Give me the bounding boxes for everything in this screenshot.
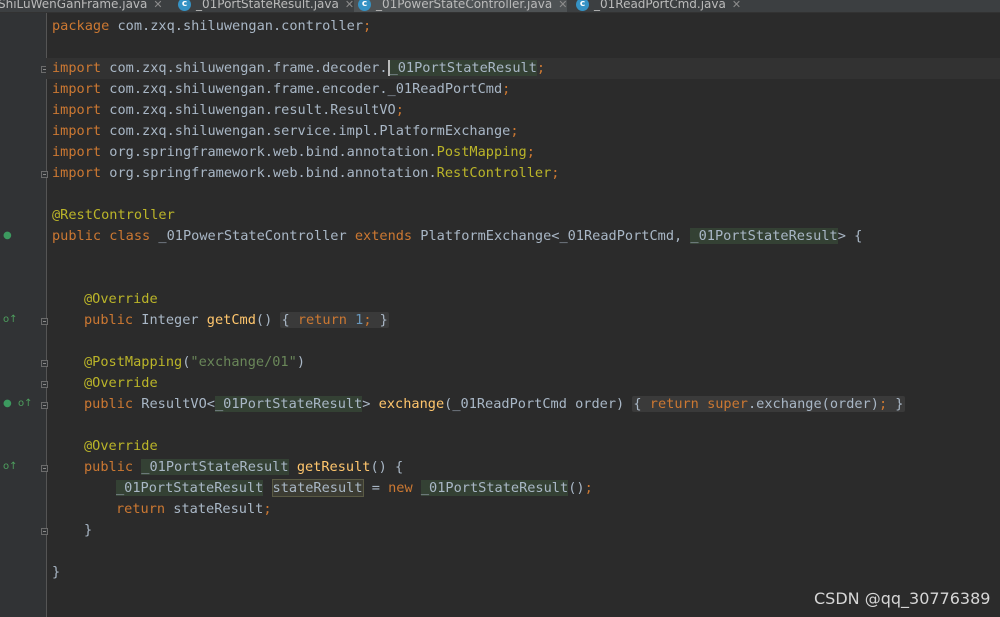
- code-line-return: return stateResult;: [116, 501, 272, 517]
- code-line-close-brace: }: [52, 564, 61, 580]
- fold-imports-end-icon[interactable]: [41, 171, 48, 178]
- code-line-import: import com.zxq.shiluwengan.service.impl.…: [52, 123, 519, 139]
- code-line-import: import com.zxq.shiluwengan.result.Result…: [52, 102, 404, 118]
- code-line-class-declaration: public class _01PowerStateController ext…: [52, 228, 863, 244]
- code-line-postmapping: @PostMapping("exchange/01"): [84, 354, 305, 370]
- code-line-getresult: public _01PortStateResult getResult() {: [84, 459, 404, 475]
- code-line-import: import org.springframework.web.bind.anno…: [52, 165, 560, 181]
- code-line-annotation: @Override: [84, 291, 158, 307]
- fold-method-icon[interactable]: [41, 465, 48, 472]
- code-line-annotation: @Override: [84, 438, 158, 454]
- code-line-import: import com.zxq.shiluwengan.frame.encoder…: [52, 81, 511, 97]
- code-line-exchange: public ResultVO<_01PortStateResult> exch…: [84, 396, 905, 412]
- fold-method-icon[interactable]: [41, 318, 48, 325]
- spring-bean-icon[interactable]: ●: [3, 230, 12, 242]
- spring-request-mapping-icon[interactable]: ●: [3, 398, 12, 410]
- override-method-icon[interactable]: o↑: [18, 398, 33, 410]
- fold-annotation-end-icon[interactable]: [41, 381, 48, 388]
- code-line-close-brace: }: [84, 522, 93, 538]
- code-line-annotation: @RestController: [52, 207, 175, 223]
- code-line-import: import org.springframework.web.bind.anno…: [52, 144, 535, 160]
- code-editor[interactable]: package com.zxq.shiluwengan.controller; …: [46, 0, 1000, 617]
- override-method-icon[interactable]: o↑: [3, 314, 18, 326]
- fold-method-icon[interactable]: [41, 402, 48, 409]
- code-line-package: package com.zxq.shiluwengan.controller;: [52, 18, 372, 34]
- watermark: CSDN @qq_30776389: [814, 589, 991, 608]
- override-method-icon[interactable]: o↑: [3, 461, 18, 473]
- fold-annotation-icon[interactable]: [41, 360, 48, 367]
- code-line-import: import com.zxq.shiluwengan.frame.decoder…: [46, 58, 1000, 79]
- code-line-getcmd: public Integer getCmd() { return 1; }: [84, 312, 389, 328]
- fold-method-end-icon[interactable]: [41, 528, 48, 535]
- code-line-annotation: @Override: [84, 375, 158, 391]
- code-line-assignment: _01PortStateResult stateResult = new _01…: [116, 479, 593, 497]
